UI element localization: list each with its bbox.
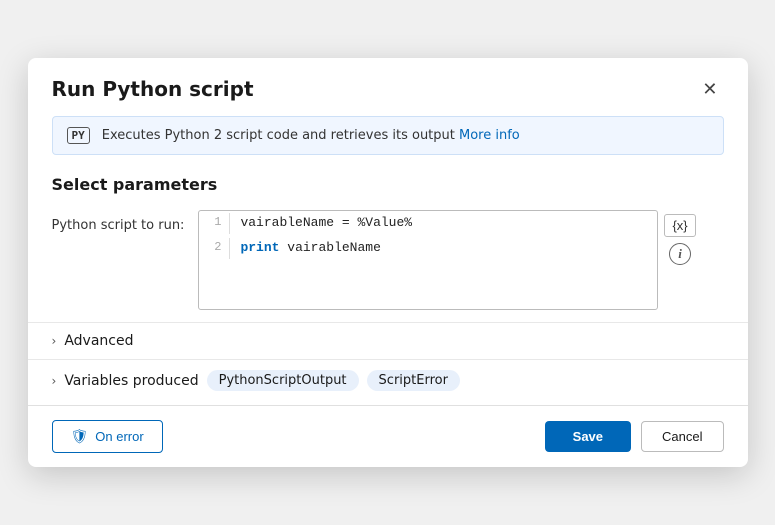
- line-num-1: 1: [207, 213, 221, 234]
- dialog-title: Run Python script: [52, 77, 254, 101]
- variable-button[interactable]: {x}: [664, 214, 695, 237]
- footer-right: Save Cancel: [545, 421, 724, 452]
- line-num-2: 2: [207, 238, 221, 259]
- code-content-1: vairableName = %Value%: [240, 213, 412, 234]
- py-badge: PY: [67, 127, 90, 144]
- section-title: Select parameters: [28, 171, 748, 206]
- dialog-header: Run Python script ✕: [28, 58, 748, 116]
- code-line-1: 1 vairableName = %Value%: [199, 211, 657, 236]
- params-row: Python script to run: 1 vairableName = %…: [28, 206, 748, 322]
- var-tag-script-error: ScriptError: [367, 370, 460, 391]
- code-editor[interactable]: 1 vairableName = %Value% 2 print vairabl…: [198, 210, 658, 310]
- info-banner-text: Executes Python 2 script code and retrie…: [102, 128, 520, 143]
- variables-produced-row: › Variables produced PythonScriptOutput …: [28, 359, 748, 401]
- info-icon[interactable]: i: [669, 243, 691, 265]
- advanced-row[interactable]: › Advanced: [28, 322, 748, 359]
- more-info-link[interactable]: More info: [459, 128, 520, 143]
- code-line-2: 2 print vairableName: [199, 236, 657, 261]
- code-editor-wrapper: 1 vairableName = %Value% 2 print vairabl…: [198, 210, 723, 310]
- editor-actions: {x} i: [664, 210, 695, 265]
- variables-label: Variables produced: [64, 373, 198, 389]
- advanced-label: Advanced: [64, 333, 133, 349]
- on-error-button[interactable]: 🛡 On error: [52, 420, 163, 453]
- cancel-button[interactable]: Cancel: [641, 421, 723, 452]
- var-tag-python-output: PythonScriptOutput: [207, 370, 359, 391]
- advanced-chevron: ›: [52, 334, 57, 348]
- dialog-footer: 🛡 On error Save Cancel: [28, 405, 748, 467]
- close-button[interactable]: ✕: [696, 76, 723, 102]
- save-button[interactable]: Save: [545, 421, 631, 452]
- keyword-print: print: [240, 240, 279, 255]
- variables-chevron: ›: [52, 374, 57, 388]
- shield-icon: 🛡: [71, 428, 89, 445]
- info-banner: PY Executes Python 2 script code and ret…: [52, 116, 724, 155]
- param-label: Python script to run:: [52, 210, 185, 233]
- run-python-dialog: Run Python script ✕ PY Executes Python 2…: [28, 58, 748, 467]
- on-error-label: On error: [95, 429, 143, 444]
- code-content-2: print vairableName: [240, 238, 380, 259]
